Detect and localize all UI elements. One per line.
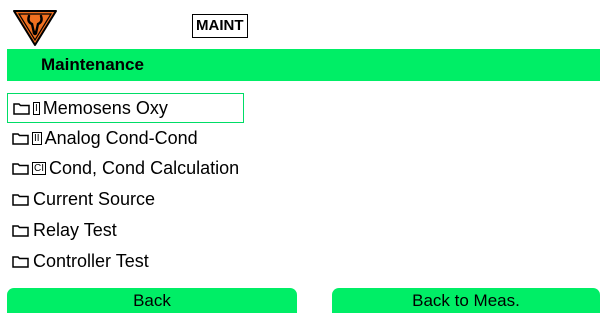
folder-icon xyxy=(12,255,29,268)
maint-status-tag: MAINT xyxy=(192,14,248,38)
menu-item-current-source[interactable]: Current Source xyxy=(7,184,155,214)
title-bar: Maintenance xyxy=(7,49,600,81)
channel-badge: I xyxy=(33,101,40,115)
menu-item-label: Analog Cond-Cond xyxy=(44,127,198,148)
menu-item-controller-test[interactable]: Controller Test xyxy=(7,246,149,276)
folder-icon xyxy=(13,102,30,115)
page-title: Maintenance xyxy=(41,55,144,74)
folder-icon xyxy=(12,224,29,237)
menu-item-memosens-oxy[interactable]: I Memosens Oxy xyxy=(7,93,244,123)
menu-item-label: Controller Test xyxy=(33,250,149,271)
folder-icon xyxy=(12,132,29,145)
menu-item-relay-test[interactable]: Relay Test xyxy=(7,215,117,245)
status-bar: MAINT xyxy=(0,0,606,46)
menu-item-cond-calculation[interactable]: CI Cond, Cond Calculation xyxy=(7,153,239,183)
back-softkey[interactable]: Back xyxy=(7,288,297,313)
channel-badge: II xyxy=(32,131,42,145)
menu-item-analog-cond-cond[interactable]: II Analog Cond-Cond xyxy=(7,123,198,153)
menu-item-label: Relay Test xyxy=(33,219,117,240)
menu-item-label: Cond, Cond Calculation xyxy=(49,157,240,178)
back-to-meas-softkey[interactable]: Back to Meas. xyxy=(332,288,600,313)
folder-icon xyxy=(12,193,29,206)
menu-item-label: Memosens Oxy xyxy=(42,97,168,118)
maintenance-warning-icon xyxy=(13,10,57,46)
menu-item-label: Current Source xyxy=(33,188,156,209)
channel-badge: CI xyxy=(32,161,46,175)
screen: MAINT Maintenance I Memosens Oxy II Anal… xyxy=(0,0,606,313)
folder-icon xyxy=(12,162,29,175)
